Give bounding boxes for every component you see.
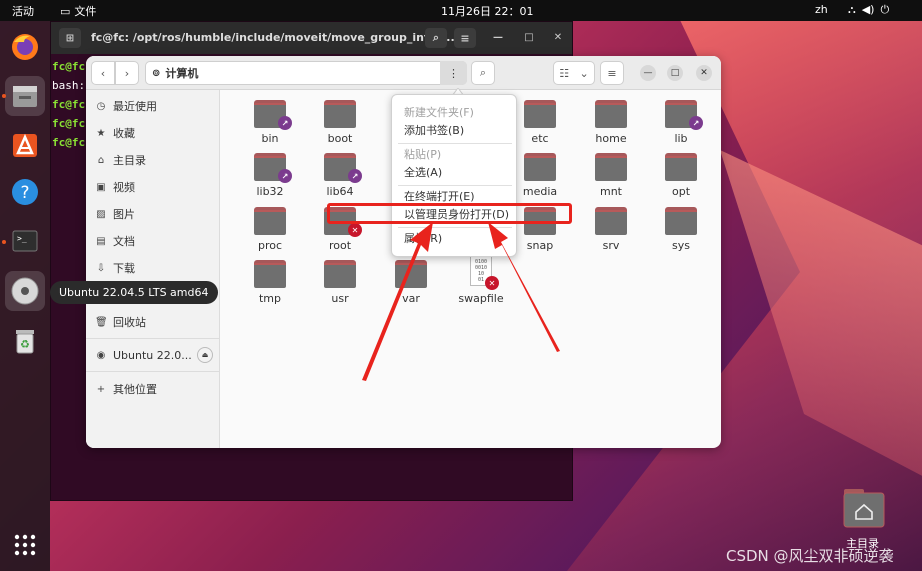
annotation-arrow-left bbox=[362, 222, 433, 381]
annotation-arrow-right bbox=[488, 222, 560, 352]
desktop-home-folder[interactable] bbox=[843, 488, 885, 528]
dock-tooltip: Ubuntu 22.04.5 LTS amd64 bbox=[50, 281, 218, 304]
home-folder-icon bbox=[843, 489, 885, 528]
watermark: CSDN @风尘双非硕逆袭 bbox=[726, 547, 894, 565]
